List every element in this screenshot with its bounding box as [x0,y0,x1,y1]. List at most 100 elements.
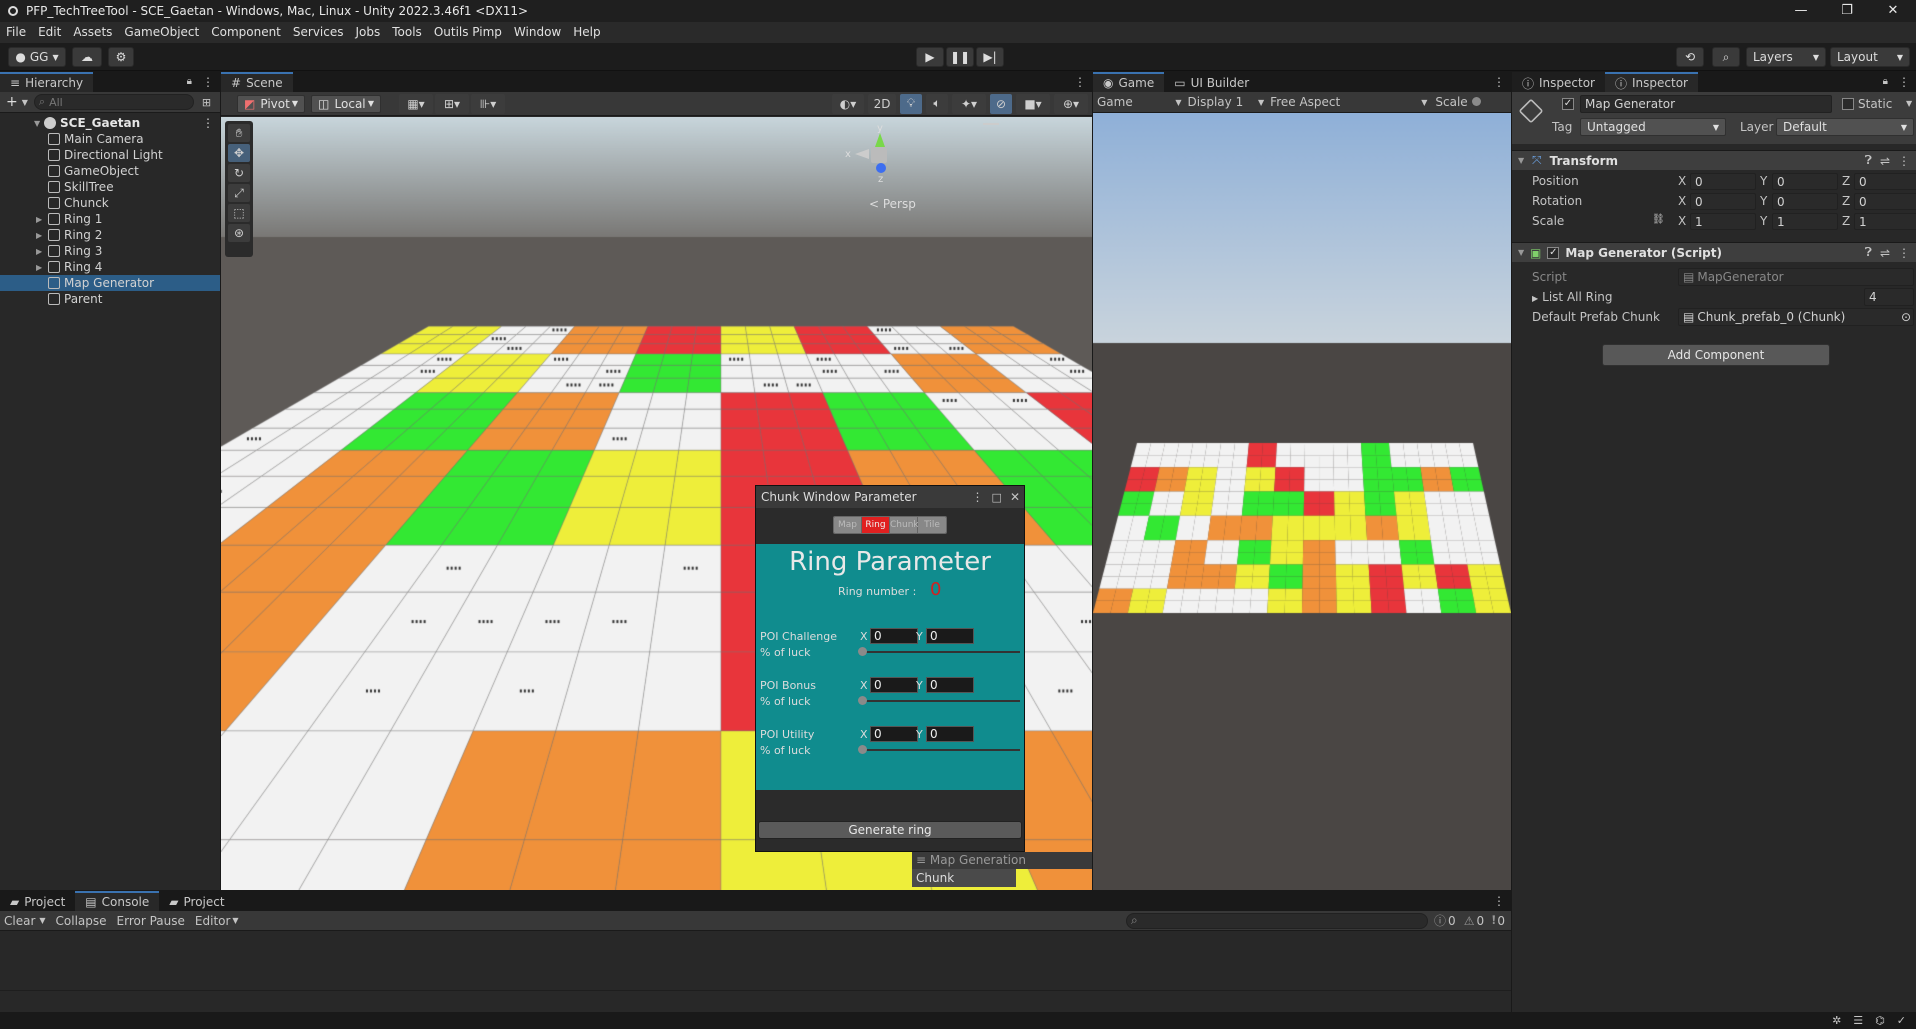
axis-y-label[interactable]: Y [1760,194,1767,208]
account-button[interactable]: ● GG ▼ [8,47,66,67]
warning-icon[interactable]: ⚠ [1464,914,1475,928]
hierarchy-item[interactable]: ▶ Ring 1 [0,211,220,227]
console-search-input[interactable]: ⌕ [1126,912,1429,929]
more-icon[interactable]: ⋮ [202,72,214,92]
rotation-z-field[interactable]: 0 [1854,193,1916,210]
local-dropdown[interactable]: ◫ Local ▼ [311,94,381,113]
menu-help[interactable]: Help [567,22,606,43]
menu-jobs[interactable]: Jobs [350,22,387,43]
hierarchy-item[interactable]: SkillTree [0,179,220,195]
tab-project-1[interactable]: ▰ Project [0,891,76,911]
list-all-ring-foldout[interactable]: ▶ List All Ring [1532,290,1613,304]
help-icon[interactable]: ❓︎ [1865,153,1872,168]
position-z-field[interactable]: 0 [1854,173,1916,190]
menu-file[interactable]: File [0,22,32,43]
hierarchy-item[interactable]: GameObject [0,163,220,179]
menu-edit[interactable]: Edit [32,22,67,43]
scale-tool-button[interactable]: ⤢ [228,184,250,202]
tab-inspector-2[interactable]: ⓘ Inspector [1605,72,1698,92]
axis-x-label[interactable]: X [1678,174,1686,188]
object-picker-icon[interactable]: ⊙ [1901,310,1911,324]
axis-z-label[interactable]: Z [1842,174,1850,188]
lock-icon[interactable]: 🔒︎ [1883,72,1888,92]
poi-y-input[interactable]: 0 [926,628,974,644]
tab-scene[interactable]: # Scene [221,72,293,92]
position-x-field[interactable]: 0 [1690,173,1756,190]
foldout-closed-icon[interactable]: ▶ [36,215,46,224]
axis-y-label[interactable]: Y [1760,174,1767,188]
map-generation-parameter-tab[interactable]: ≡ Map Generation Parameter [912,852,1092,884]
tab-map[interactable]: Map [834,517,862,533]
maximize-icon[interactable]: □ [992,491,1002,504]
object-name-field[interactable]: Map Generator [1580,95,1832,113]
cloud-button[interactable]: ☁ [72,47,102,67]
scene-item[interactable]: ▼ SCE_Gaetan ⋮ [0,115,220,131]
list-count-field[interactable]: 4 [1864,288,1914,306]
grid-snap-button[interactable]: ▦▾ [399,93,433,114]
menu-window[interactable]: Window [508,22,567,43]
error-pause-button[interactable]: Error Pause [117,914,185,928]
more-icon[interactable]: ⋮ [1493,72,1505,92]
tab-hierarchy[interactable]: ≡ Hierarchy [0,72,94,92]
hierarchy-search-input[interactable]: ⌕ All [33,94,194,110]
rotate-tool-button[interactable]: ↻ [228,164,250,182]
transform-tool-button[interactable]: ⊛ [228,224,250,242]
scale-slider[interactable] [1471,97,1511,107]
preset-icon[interactable]: ⇌ [1880,246,1890,260]
luck-slider-knob[interactable] [858,647,867,656]
maximize-icon[interactable]: ❐ [1824,0,1870,22]
gizmos-button[interactable]: ⊕▾ [1054,93,1088,114]
menu-gameobject[interactable]: GameObject [118,22,205,43]
minimize-icon[interactable]: — [1778,0,1824,22]
display-dropdown[interactable]: Display 1 ▼ [1188,95,1265,109]
hierarchy-item[interactable]: ▶ Ring 2 [0,227,220,243]
hierarchy-item[interactable]: Parent [0,291,220,307]
play-button[interactable]: ▶ [916,47,944,67]
error-icon[interactable]: ❗︎ [1492,913,1495,928]
tab-inspector-1[interactable]: ⓘ Inspector [1512,72,1605,92]
hierarchy-item[interactable]: Main Camera [0,131,220,147]
chevron-down-icon[interactable]: ▼ [39,916,45,925]
axis-z-label[interactable]: Z [1842,214,1850,228]
layout-dropdown[interactable]: Layout ▼ [1830,47,1910,67]
rotation-x-field[interactable]: 0 [1690,193,1756,210]
persp-label[interactable]: < Persp [869,197,916,211]
tab-project-2[interactable]: ▰ Project [159,891,235,911]
poi-x-input[interactable]: 0 [870,677,918,693]
game-mode-dropdown[interactable]: Game ▼ [1093,95,1182,109]
tab-ui-builder[interactable]: ▭ UI Builder [1164,72,1260,92]
more-icon[interactable]: ⋮ [1898,154,1910,168]
menu-tools[interactable]: Tools [386,22,428,43]
info-icon[interactable]: ⓘ [1434,912,1446,929]
lighting-button[interactable]: 💡︎ [900,93,922,114]
more-icon[interactable]: ⋮ [1898,72,1910,92]
rect-tool-button[interactable]: ⬚ [228,204,250,222]
editor-dropdown[interactable]: Editor [195,914,231,928]
script-component-header[interactable]: ▼ ▣ ✓ Map Generator (Script) ❓︎ ⇌ ⋮ [1512,242,1916,262]
audio-button[interactable]: 🔈︎ [926,93,948,114]
tab-console[interactable]: ▤ Console [75,891,160,911]
aspect-dropdown[interactable]: Free Aspect ▼ [1270,95,1427,109]
game-viewport[interactable] [1093,113,1511,890]
menu-assets[interactable]: Assets [67,22,118,43]
scale-knob[interactable] [1471,97,1481,106]
collab-button[interactable]: ⚙ [108,47,134,67]
generate-ring-button[interactable]: Generate ring [758,821,1022,839]
luck-slider[interactable] [862,700,1020,702]
menu-component[interactable]: Component [205,22,287,43]
axis-y-label[interactable]: Y [1760,214,1767,228]
chunk-parameter-tab[interactable]: Chunk Parameter [912,869,1016,903]
axis-x-label[interactable]: X [1678,194,1686,208]
toggle-2d-button[interactable]: 2D [868,93,896,114]
overlay-handle[interactable] [983,123,999,125]
lock-icon[interactable]: 🔒︎ [187,72,192,92]
active-checkbox[interactable]: ✓ [1562,98,1574,110]
scale-z-field[interactable]: 1 [1854,213,1916,230]
orientation-gizmo[interactable]: y x z < Persp [841,123,921,217]
foldout-closed-icon[interactable]: ▶ [36,263,46,272]
close-icon[interactable]: ✕ [1870,0,1916,22]
foldout-closed-icon[interactable]: ▶ [36,231,46,240]
more-icon[interactable]: ⋮ [1074,72,1086,92]
poi-x-input[interactable]: 0 [870,628,918,644]
more-icon[interactable]: ⋮ [972,490,984,504]
